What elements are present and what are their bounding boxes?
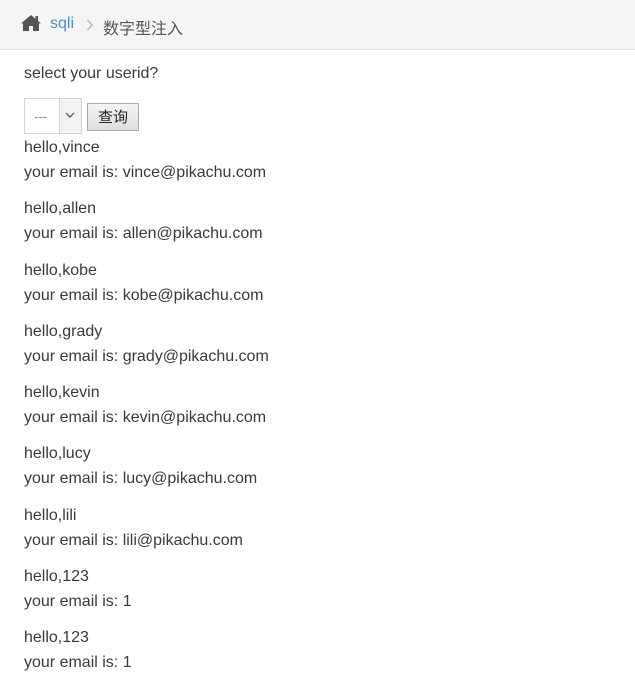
result-hello: hello,allen <box>24 200 97 217</box>
result-email: your email is: allen@pikachu.com <box>24 225 263 242</box>
breadcrumb: sqli 数字型注入 <box>0 0 635 50</box>
result-hello: hello,kevin <box>24 384 100 401</box>
result-item: hello,kobe your email is: kobe@pikachu.c… <box>24 262 263 305</box>
result-hello: hello,123 <box>24 568 89 585</box>
select-arrow[interactable] <box>59 99 81 133</box>
result-hello: hello,grady <box>24 323 103 340</box>
chevron-right-icon <box>86 19 94 31</box>
result-hello: hello,kobe <box>24 262 97 279</box>
result-hello: hello,lili <box>24 507 77 524</box>
select-value: --- <box>34 109 47 124</box>
userid-prompt: select your userid? <box>24 65 159 82</box>
result-email: your email is: grady@pikachu.com <box>24 348 269 365</box>
result-hello: hello,lucy <box>24 445 91 462</box>
result-item: hello,123 your email is: 1 <box>24 568 132 611</box>
result-email: your email is: kevin@pikachu.com <box>24 409 267 426</box>
result-email: your email is: lili@pikachu.com <box>24 532 243 549</box>
result-item: hello,grady your email is: grady@pikachu… <box>24 323 269 366</box>
result-item: hello,kevin your email is: kevin@pikachu… <box>24 384 266 427</box>
home-icon[interactable] <box>20 14 42 32</box>
result-email: your email is: kobe@pikachu.com <box>24 287 264 304</box>
result-email: your email is: vince@pikachu.com <box>24 164 267 181</box>
result-item: hello,allen your email is: allen@pikachu… <box>24 200 263 243</box>
result-email: your email is: 1 <box>24 654 132 671</box>
result-item: hello,lucy your email is: lucy@pikachu.c… <box>24 445 257 488</box>
breadcrumb-link-sqli[interactable]: sqli <box>50 15 74 33</box>
result-item: hello,123 your email is: 1 <box>24 629 132 672</box>
breadcrumb-current: 数字型注入 <box>103 19 184 38</box>
query-button[interactable]: 查询 <box>87 103 139 131</box>
result-item: hello,vince your email is: vince@pikachu… <box>24 139 266 182</box>
userid-select[interactable]: --- <box>24 98 82 134</box>
result-email: your email is: 1 <box>24 593 132 610</box>
result-email: your email is: lucy@pikachu.com <box>24 470 258 487</box>
result-hello: hello,vince <box>24 139 100 156</box>
result-item: hello,lili your email is: lili@pikachu.c… <box>24 507 243 550</box>
chevron-down-icon <box>65 112 75 118</box>
result-hello: hello,123 <box>24 629 89 646</box>
